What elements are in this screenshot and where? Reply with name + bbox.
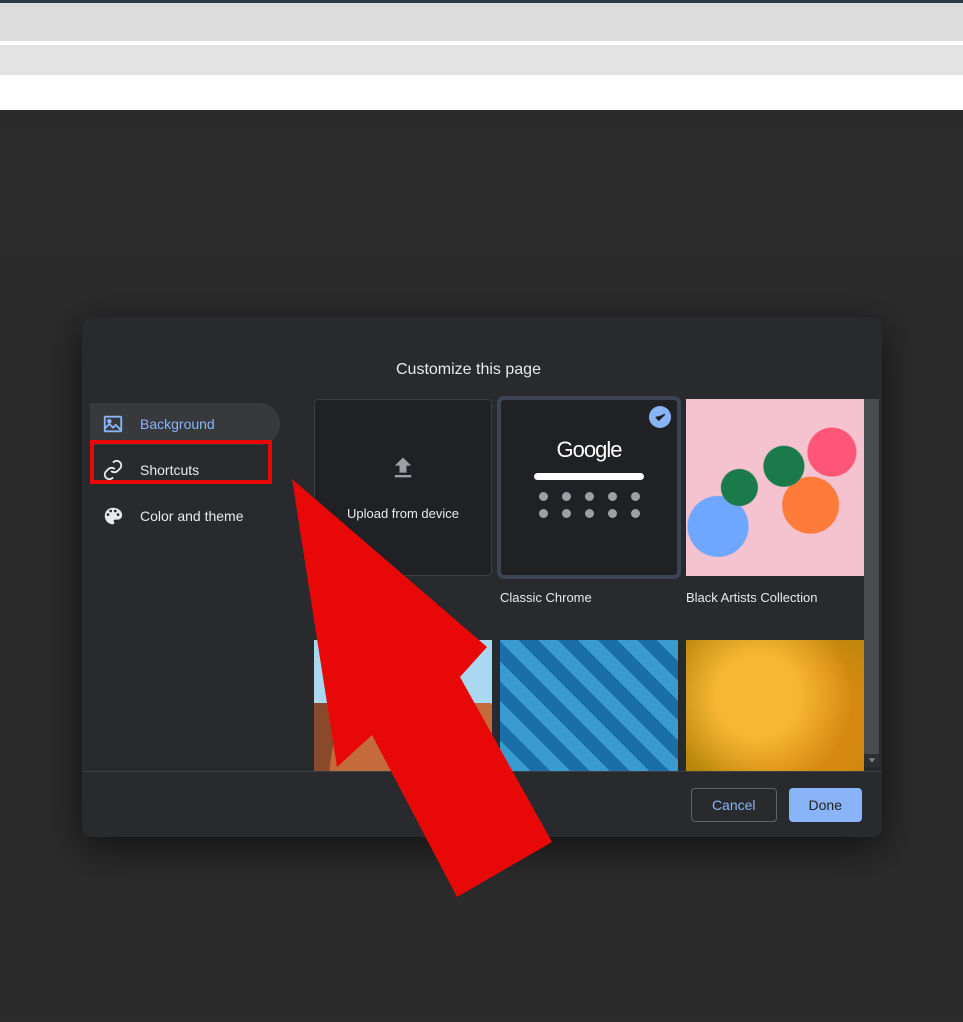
sidebar-item-label: Background bbox=[140, 416, 215, 432]
tile-label: Black Artists Collection bbox=[686, 590, 864, 606]
upload-icon bbox=[389, 454, 417, 482]
dialog-content: Upload from device Google bbox=[314, 317, 882, 771]
sidebar-item-shortcuts[interactable]: Shortcuts bbox=[90, 449, 280, 491]
thumbnail-image bbox=[314, 640, 492, 771]
sidebar-item-background[interactable]: Background bbox=[90, 403, 280, 445]
dialog-sidebar: Background Shortcuts Color and theme bbox=[82, 317, 314, 771]
sidebar-item-color-theme[interactable]: Color and theme bbox=[90, 495, 280, 537]
sidebar-item-label: Color and theme bbox=[140, 508, 244, 524]
tile-label: Upload from device bbox=[347, 506, 459, 521]
tile-collection[interactable] bbox=[686, 640, 864, 771]
scrollbar-thumb[interactable] bbox=[864, 399, 879, 754]
done-button[interactable]: Done bbox=[789, 788, 862, 822]
cancel-button[interactable]: Cancel bbox=[691, 788, 777, 822]
selected-check-icon bbox=[649, 406, 671, 428]
picture-icon bbox=[102, 413, 124, 435]
dialog-footer: Cancel Done bbox=[82, 771, 882, 837]
tile-collection[interactable] bbox=[314, 640, 492, 771]
thumbnail-image bbox=[500, 640, 678, 771]
browser-chrome bbox=[0, 0, 963, 110]
classic-chrome-preview: Google bbox=[516, 415, 662, 561]
thumbnail-image bbox=[686, 640, 864, 771]
thumbnail-image bbox=[686, 399, 864, 576]
tile-classic-chrome[interactable]: Google bbox=[500, 399, 678, 576]
sidebar-item-label: Shortcuts bbox=[140, 462, 199, 478]
tile-label: Classic Chrome bbox=[500, 590, 678, 606]
scrollbar[interactable] bbox=[864, 399, 879, 767]
scroll-down-icon[interactable] bbox=[864, 753, 879, 767]
palette-icon bbox=[102, 505, 124, 527]
tile-upload[interactable]: Upload from device bbox=[314, 399, 492, 576]
tile-black-artists[interactable] bbox=[686, 399, 864, 576]
link-icon bbox=[102, 459, 124, 481]
tile-collection[interactable] bbox=[500, 640, 678, 771]
customize-dialog: Customize this page Background Shortcuts… bbox=[82, 317, 882, 837]
